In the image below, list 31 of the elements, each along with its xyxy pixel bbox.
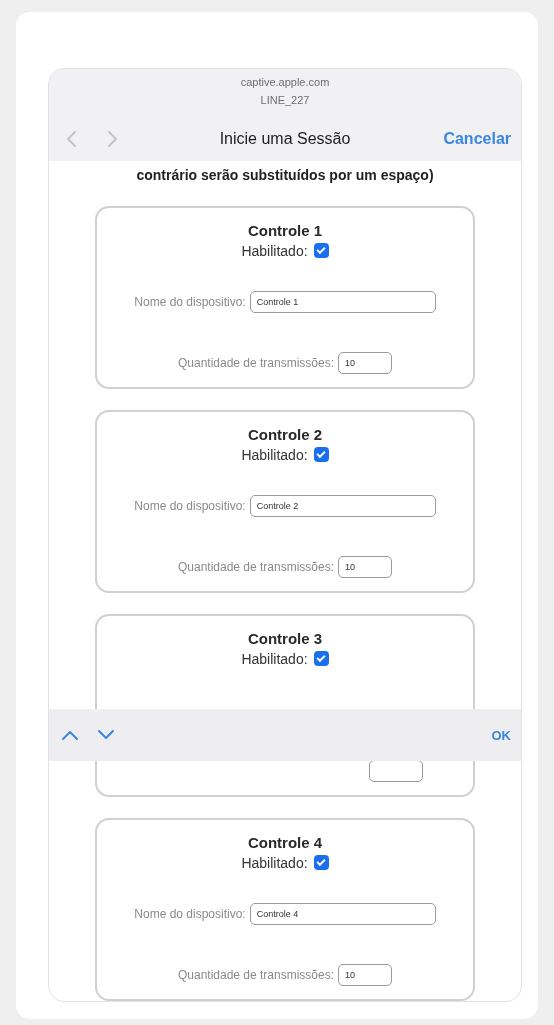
card-title: Controle 4 <box>247 834 323 851</box>
network-name: LINE_227 <box>260 93 310 108</box>
field-label: Nome do dispositivo: <box>134 499 246 513</box>
enabled-checkbox[interactable] <box>313 855 329 870</box>
field-label: Quantidade de transmissões: <box>177 560 335 574</box>
intro-text: contrário serão substituídos por um espaço) <box>135 167 435 184</box>
field-label: Quantidade de transmissões: <box>177 356 335 370</box>
input-field[interactable]: Controle 2 <box>249 495 436 517</box>
field-label: Nome do dispositivo: <box>134 295 246 309</box>
input-field[interactable]: Controle 1 <box>249 291 436 313</box>
enabled-checkbox[interactable] <box>313 243 329 258</box>
enabled-checkbox[interactable] <box>313 447 329 462</box>
input-field[interactable]: 10 <box>338 964 393 986</box>
input-field[interactable]: Controle 4 <box>249 903 436 925</box>
field-label: Nome do dispositivo: <box>134 907 246 921</box>
enabled-label: Habilitado: <box>241 446 308 463</box>
input-field[interactable]: 10 <box>338 352 393 374</box>
card-title: Controle 2 <box>247 426 323 443</box>
enabled-label: Habilitado: <box>241 854 308 871</box>
input-field[interactable] <box>369 760 423 782</box>
field-label: Quantidade de transmissões: <box>177 968 335 982</box>
enabled-label: Habilitado: <box>241 242 308 259</box>
enabled-label: Habilitado: <box>241 650 308 667</box>
page-title: Inicie uma Sessão <box>218 130 352 148</box>
card-title: Controle 1 <box>247 222 323 239</box>
enabled-checkbox[interactable] <box>313 651 329 666</box>
card-title: Controle 3 <box>247 630 323 647</box>
input-field[interactable]: 10 <box>338 556 393 578</box>
domain-text: captive.apple.com <box>240 75 330 90</box>
previous-field-button[interactable] <box>61 729 79 741</box>
next-field-button[interactable] <box>97 729 115 741</box>
